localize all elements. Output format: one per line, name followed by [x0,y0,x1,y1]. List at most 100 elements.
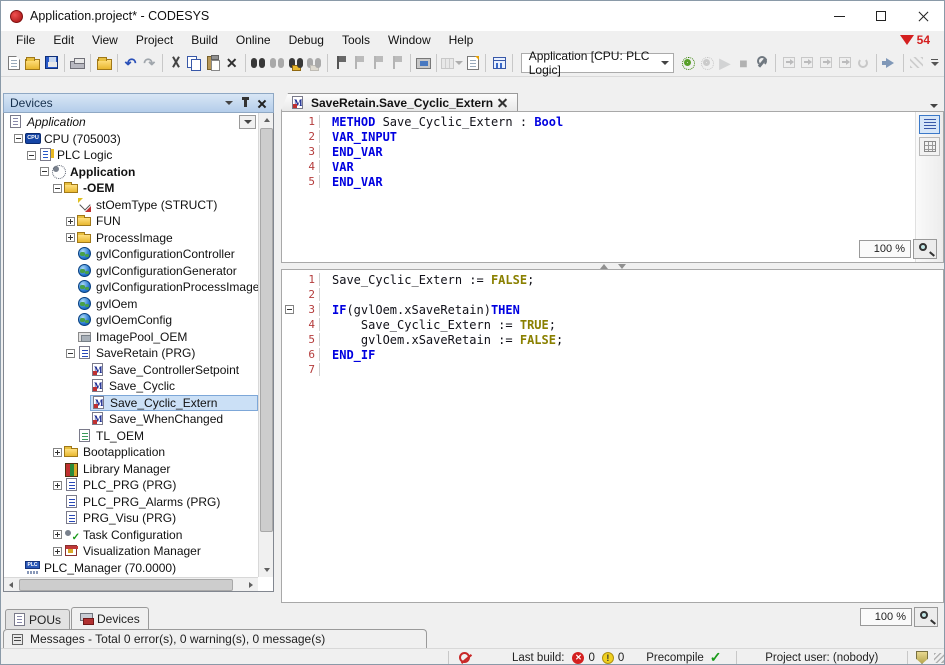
tree-item-visualization-manager[interactable]: Visualization Manager [4,543,258,560]
resize-grip[interactable] [934,653,944,663]
menu-tools[interactable]: Tools [333,32,379,48]
scrollbar-thumb[interactable] [260,128,273,532]
replace-in-project-button[interactable] [305,52,323,74]
tree-item-task-configuration[interactable]: ✓Task Configuration [4,527,258,544]
menu-window[interactable]: Window [379,32,440,48]
copy-project-button[interactable] [95,52,113,74]
declaration-zoom-level[interactable]: 100 % [859,240,911,258]
open-project-button[interactable] [24,52,42,74]
tree-item-gvloem[interactable]: gvlOem [4,296,258,313]
toolbar-overflow-button[interactable] [926,52,944,74]
tree-item-application[interactable]: Application [4,164,258,181]
editor-tab-list-dropdown[interactable] [930,104,938,108]
tree-item-stoemtype-struct[interactable]: stOemType (STRUCT) [4,197,258,214]
expand-icon[interactable] [53,448,62,457]
expand-icon[interactable] [66,217,75,226]
tree-item-plc-manager-70-0000[interactable]: PLCPLC_Manager (70.0000) [4,560,258,577]
previous-bookmark-button[interactable] [351,52,369,74]
tree-item-saveretain-prg[interactable]: SaveRetain (PRG) [4,345,258,362]
edit-object-button[interactable] [490,52,508,74]
scroll-up-button[interactable] [259,113,274,127]
menu-help[interactable]: Help [440,32,483,48]
new-project-button[interactable] [5,52,23,74]
tree-item-bootapplication[interactable]: Bootapplication [4,444,258,461]
tree-item-prg-visu-prg[interactable]: PRG_Visu (PRG) [4,510,258,527]
menu-edit[interactable]: Edit [44,32,83,48]
copy-button[interactable] [186,52,204,74]
messages-tab[interactable]: Messages - Total 0 error(s), 0 warning(s… [3,629,427,648]
next-bookmark-button[interactable] [369,52,387,74]
tree-item-plc-logic[interactable]: PLC Logic [4,147,258,164]
find-in-project-button[interactable] [287,52,305,74]
redo-button[interactable]: ↷ [140,52,158,74]
collapse-icon[interactable] [14,134,23,143]
tree-item-gvloemconfig[interactable]: gvlOemConfig [4,312,258,329]
menu-build[interactable]: Build [182,32,227,48]
tree-item-fun[interactable]: FUN [4,213,258,230]
tree-item-processimage[interactable]: ProcessImage [4,230,258,247]
collapse-icon[interactable] [53,184,62,193]
tree-vertical-scrollbar[interactable] [258,113,273,577]
tree-item-plc-prg-prg[interactable]: PLC_PRG (PRG) [4,477,258,494]
find-button[interactable] [249,52,267,74]
close-button[interactable] [902,1,944,31]
expand-icon[interactable] [53,530,62,539]
panel-pin-button[interactable] [237,96,253,110]
notification-area[interactable]: 54 [900,33,930,47]
menu-debug[interactable]: Debug [280,32,333,48]
application-selector-dropdown[interactable] [239,115,256,129]
minimize-button[interactable] [818,1,860,31]
new-pou-button[interactable] [464,52,482,74]
login-button[interactable] [679,52,697,74]
flow-control-button[interactable] [907,52,925,74]
toggle-bookmark-button[interactable] [332,52,350,74]
collapse-icon[interactable] [40,167,49,176]
expand-icon[interactable] [66,233,75,242]
menu-file[interactable]: File [7,32,44,48]
tree-horizontal-scrollbar[interactable] [4,577,258,591]
collapse-icon[interactable] [66,349,75,358]
tree-item-cpu-705003[interactable]: CPUCPU (705003) [4,131,258,148]
scroll-right-button[interactable] [244,578,258,592]
scroll-down-button[interactable] [259,563,274,577]
tab-pous[interactable]: POUs [5,609,70,629]
tree-item-tl-oem[interactable]: TL_OEM [4,428,258,445]
panel-close-button[interactable] [253,96,269,110]
expand-icon[interactable] [53,547,62,556]
maximize-button[interactable] [860,1,902,31]
breakpoints-button[interactable] [753,52,771,74]
tree-item-library-manager[interactable]: Library Manager [4,461,258,478]
insert-table-dropdown-button[interactable] [441,52,463,74]
menu-online[interactable]: Online [227,32,280,48]
forward-button[interactable] [881,52,899,74]
tree-item-save-cyclic[interactable]: MSave_Cyclic [4,378,258,395]
tree-item-save-cyclic-extern[interactable]: MSave_Cyclic_Extern [4,395,258,412]
cut-button[interactable] [167,52,185,74]
step-over-button[interactable] [780,52,798,74]
tabular-view-button[interactable] [919,137,940,156]
tree-item-gvlconfigurationgenerator[interactable]: gvlConfigurationGenerator [4,263,258,280]
undo-button[interactable]: ↶ [122,52,140,74]
find-replace-button[interactable] [268,52,286,74]
start-button[interactable]: ▶ [716,52,734,74]
tree-item-application[interactable]: Application [4,114,258,131]
implementation-zoom-button[interactable] [914,607,938,627]
menu-project[interactable]: Project [127,32,182,48]
save-project-button[interactable] [42,52,60,74]
menu-view[interactable]: View [83,32,127,48]
editor-tab[interactable]: M SaveRetain.Save_Cyclic_Extern [281,93,518,111]
declaration-zoom-button[interactable] [913,239,937,259]
tree-item-oem[interactable]: -OEM [4,180,258,197]
collapse-icon[interactable] [27,151,36,160]
step-out-button[interactable] [817,52,835,74]
fold-collapse-icon[interactable] [285,305,294,314]
panel-menu-button[interactable] [221,96,237,110]
step-into-button[interactable] [798,52,816,74]
tree-item-imagepool-oem[interactable]: ImagePool_OEM [4,329,258,346]
paste-button[interactable] [204,52,222,74]
scrollbar-thumb[interactable] [19,579,233,591]
tree-item-save-controllersetpoint[interactable]: MSave_ControllerSetpoint [4,362,258,379]
tab-close-icon[interactable] [498,98,507,107]
clear-bookmarks-button[interactable] [388,52,406,74]
expand-icon[interactable] [53,481,62,490]
